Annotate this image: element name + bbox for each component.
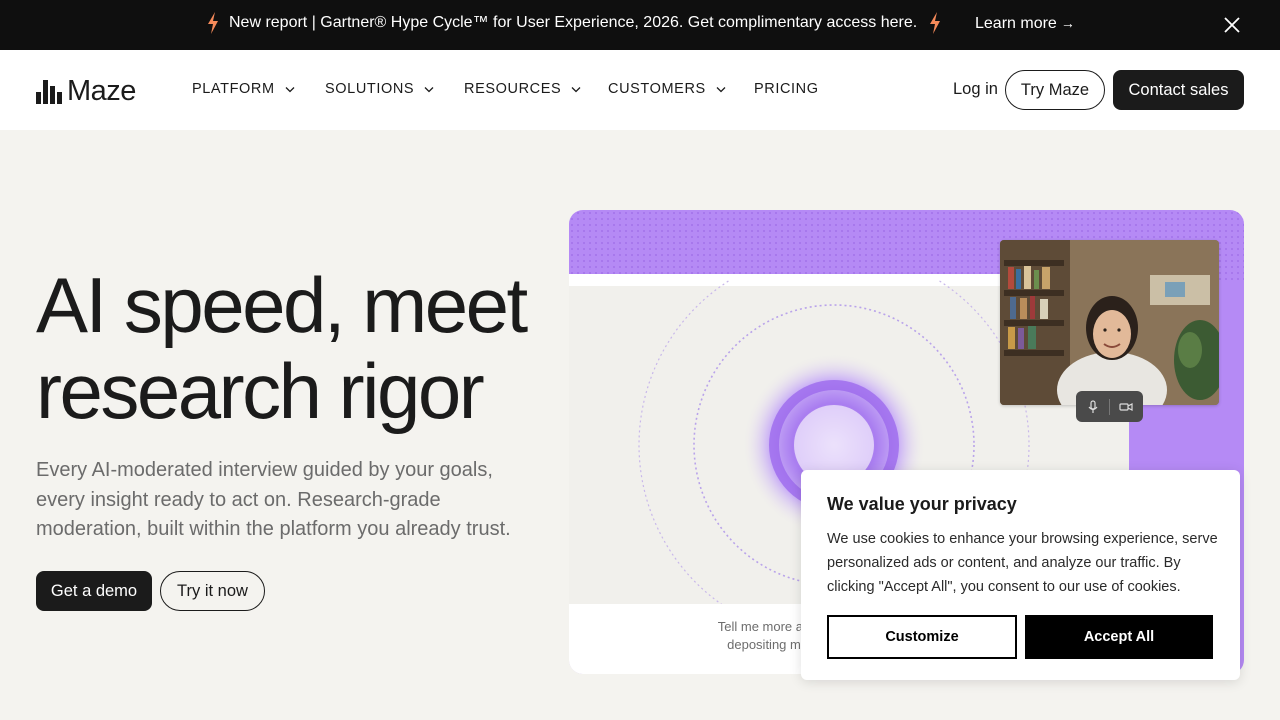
- participant-image: [1000, 240, 1219, 405]
- bolt-icon: [208, 12, 218, 34]
- chevron-down-icon: [285, 86, 295, 92]
- announcement-bar: New report | Gartner® Hype Cycle™ for Us…: [0, 0, 1280, 50]
- contact-sales-button[interactable]: Contact sales: [1113, 70, 1244, 110]
- login-link[interactable]: Log in: [953, 80, 998, 99]
- cookie-text: We use cookies to enhance your browsing …: [827, 531, 1218, 595]
- nav-item-customers[interactable]: CUSTOMERS: [608, 81, 726, 97]
- close-icon[interactable]: [1222, 15, 1242, 35]
- learn-more-label: Learn more: [975, 15, 1057, 32]
- chevron-down-icon: [424, 86, 434, 92]
- logo-wordmark: Maze: [67, 75, 136, 107]
- hero-title: AI speed, meet research rigor: [36, 262, 556, 434]
- get-demo-button[interactable]: Get a demo: [36, 571, 152, 611]
- nav-item-label: PLATFORM: [192, 81, 275, 97]
- try-maze-button[interactable]: Try Maze: [1005, 70, 1105, 110]
- control-divider: [1108, 398, 1110, 415]
- chevron-down-icon: [716, 86, 726, 92]
- maze-logo[interactable]: Maze: [36, 77, 136, 106]
- main-navigation: Maze PLATFORM SOLUTIONS RESOURCES CUSTOM…: [0, 50, 1280, 130]
- video-controls: [1076, 391, 1143, 422]
- hero-title-line: research rigor: [36, 347, 485, 435]
- accept-all-button[interactable]: Accept All: [1025, 615, 1213, 659]
- customize-button[interactable]: Customize: [827, 615, 1017, 659]
- cookie-title: We value your privacy: [827, 494, 1017, 514]
- nav-item-pricing[interactable]: PRICING: [754, 81, 819, 97]
- nav-item-label: RESOURCES: [464, 81, 562, 97]
- bolt-icon: [930, 12, 940, 34]
- chevron-down-icon: [571, 86, 581, 92]
- cookie-consent-banner: We value your privacy We use cookies to …: [801, 470, 1240, 680]
- nav-item-resources[interactable]: RESOURCES: [464, 81, 581, 97]
- maze-logo-mark-icon: [36, 79, 62, 104]
- try-it-now-button[interactable]: Try it now: [160, 571, 265, 611]
- hero-subtitle: Every AI-moderated interview guided by y…: [36, 459, 511, 540]
- nav-item-label: SOLUTIONS: [325, 81, 415, 97]
- microphone-icon[interactable]: [1086, 399, 1100, 414]
- announcement-text: New report | Gartner® Hype Cycle™ for Us…: [229, 14, 918, 31]
- nav-item-label: PRICING: [754, 81, 819, 97]
- camera-icon[interactable]: [1119, 400, 1133, 414]
- nav-item-solutions[interactable]: SOLUTIONS: [325, 81, 434, 97]
- hero-title-line: AI speed, meet: [36, 261, 528, 349]
- nav-item-label: CUSTOMERS: [608, 81, 706, 97]
- participant-video: [1000, 240, 1219, 405]
- learn-more-link[interactable]: Learn more →: [975, 15, 1075, 33]
- nav-item-platform[interactable]: PLATFORM: [192, 81, 295, 97]
- arrow-right-icon: →: [1060, 15, 1075, 31]
